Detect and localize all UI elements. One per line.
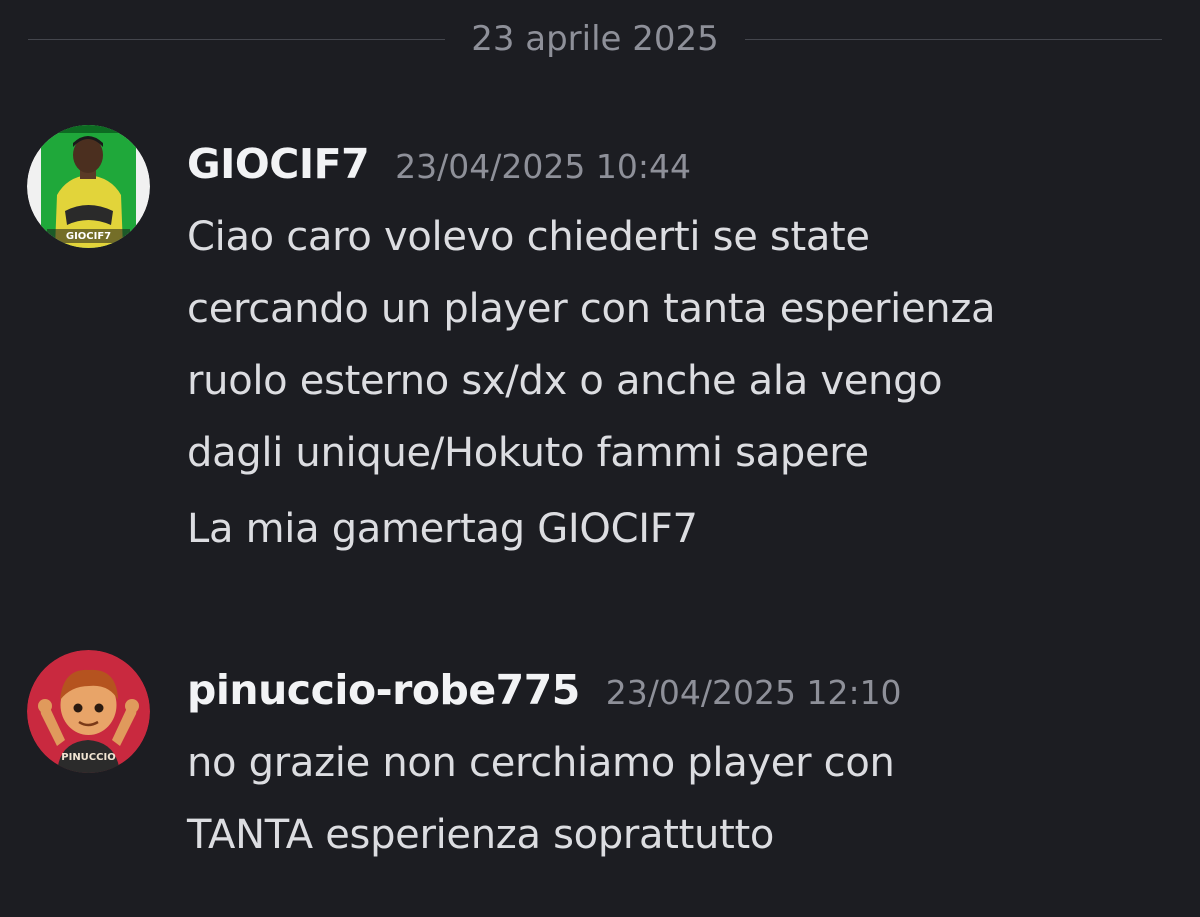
message-content: Ciao caro volevo chiederti se state cerc… (187, 201, 1187, 565)
avatar-label: GIOCIF7 (66, 231, 111, 242)
message-timestamp[interactable]: 23/04/2025 10:44 (395, 147, 691, 186)
message-timestamp[interactable]: 23/04/2025 12:10 (606, 673, 902, 712)
message-line: dagli unique/Hokuto fammi sapere (187, 430, 869, 476)
user-avatar[interactable]: PINUCCIO (27, 650, 150, 773)
username[interactable]: pinuccio-robe775 (187, 666, 580, 714)
message-header: pinuccio-robe775 23/04/2025 12:10 (187, 666, 902, 714)
user-avatar[interactable]: GIOCIF7 (27, 125, 150, 248)
username[interactable]: GIOCIF7 (187, 140, 370, 188)
message-line: La mia gamertag GIOCIF7 (187, 506, 698, 552)
message-header: GIOCIF7 23/04/2025 10:44 (187, 140, 691, 188)
message-line: Ciao caro volevo chiederti se state (187, 214, 870, 260)
cartoon-boy-avatar-icon: PINUCCIO (27, 650, 150, 773)
message-line: no grazie non cerchiamo player con (187, 740, 895, 786)
player-photo-avatar-icon: GIOCIF7 (27, 125, 150, 248)
message-line: cercando un player con tanta esperienza (187, 286, 996, 332)
divider-line-right (744, 38, 1162, 40)
divider-line-left (28, 38, 446, 40)
message-content: no grazie non cerchiamo player con TANTA… (187, 727, 1187, 871)
divider-date: 23 aprile 2025 (471, 19, 719, 59)
message-line: ruolo esterno sx/dx o anche ala vengo (187, 358, 943, 404)
message-line: TANTA esperienza soprattutto (187, 812, 775, 858)
date-divider: 23 aprile 2025 (28, 14, 1162, 64)
avatar-label: PINUCCIO (61, 752, 115, 763)
